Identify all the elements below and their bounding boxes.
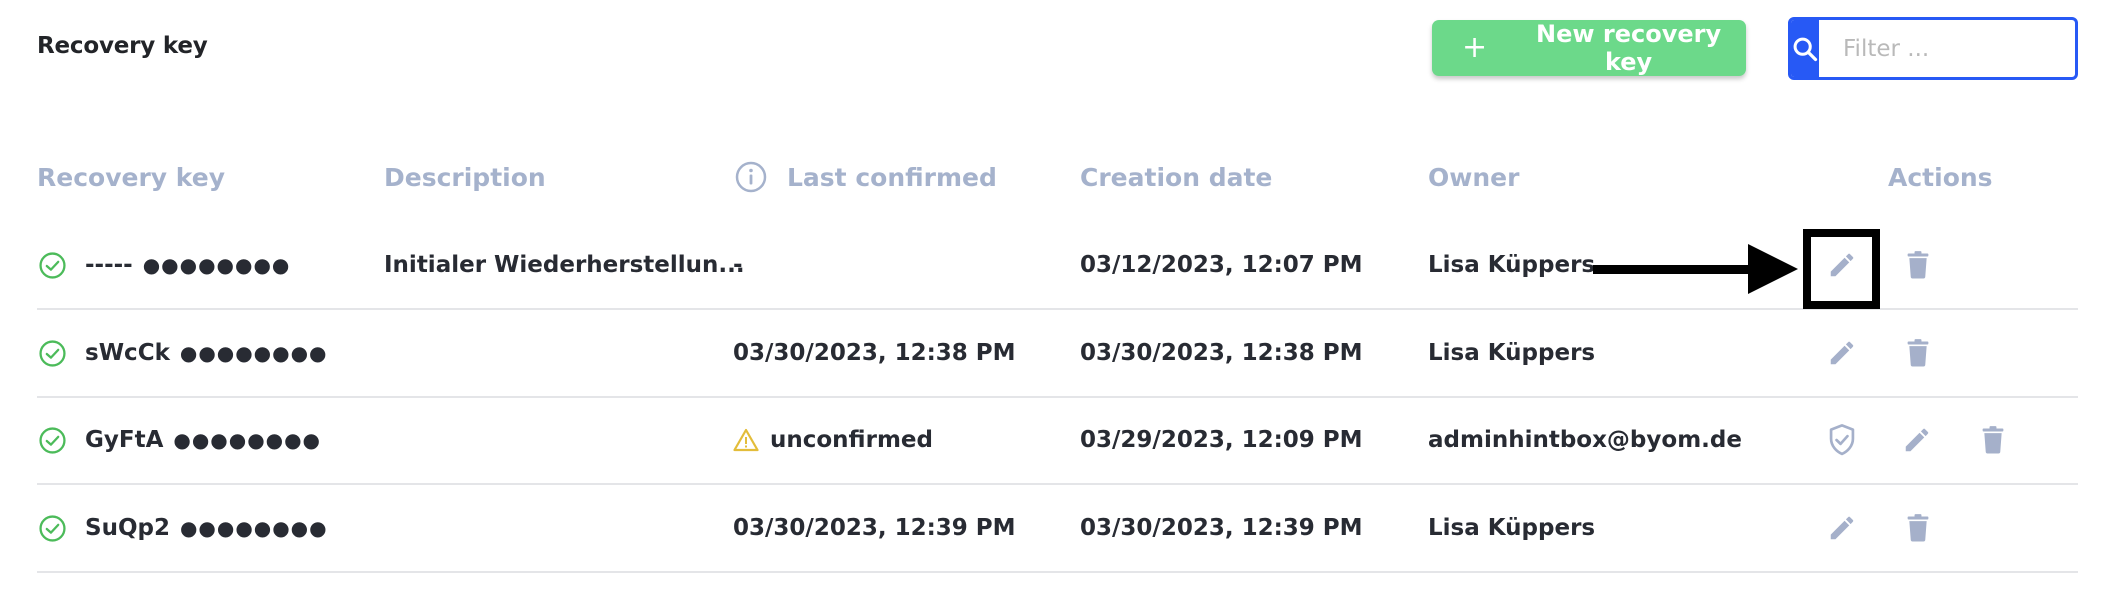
key-mask: ●●●●●●●●: [142, 253, 291, 277]
info-icon: [735, 161, 767, 193]
page-title: Recovery key: [37, 33, 208, 59]
owner-cell: Lisa Küppers: [1428, 340, 1596, 366]
pencil-icon: [1905, 428, 1929, 452]
shield-check-icon: [1829, 424, 1855, 456]
check-circle-icon: [39, 339, 66, 367]
check-circle-icon: [39, 251, 66, 279]
description-cell: Initialer Wiederherstellun...: [384, 252, 745, 278]
row-divider: [37, 396, 2078, 398]
creation-date-cell: 03/30/2023, 12:39 PM: [1080, 515, 1363, 541]
key-prefix: GyFtA: [85, 427, 164, 453]
edit-button[interactable]: [1822, 508, 1862, 548]
delete-button[interactable]: [1898, 333, 1938, 373]
creation-date-cell: 03/29/2023, 12:09 PM: [1080, 427, 1363, 453]
annotation-arrow-shaft: [1593, 265, 1753, 274]
column-header-actions: Actions: [1888, 162, 1993, 192]
creation-date-cell: 03/12/2023, 12:07 PM: [1080, 252, 1363, 278]
owner-cell: adminhintbox@byom.de: [1428, 427, 1742, 453]
edit-button[interactable]: [1897, 420, 1937, 460]
key-prefix: -----: [85, 252, 133, 278]
key-prefix: sWcCk: [85, 340, 170, 366]
filter-input[interactable]: [1819, 20, 2075, 77]
last-confirmed-cell: unconfirmed: [733, 423, 933, 457]
delete-button[interactable]: [1898, 245, 1938, 285]
plus-icon: +: [1462, 30, 1488, 65]
check-circle-icon: [39, 426, 66, 454]
column-header-last-confirmed-label: Last confirmed: [787, 162, 997, 192]
row-divider: [37, 483, 2078, 485]
recovery-key-cell: sWcCk ●●●●●●●●: [39, 336, 327, 370]
new-recovery-key-label: New recovery key: [1536, 20, 1722, 76]
column-header-last-confirmed[interactable]: Last confirmed: [735, 160, 997, 194]
trash-icon: [1982, 426, 2004, 454]
unconfirmed-label: unconfirmed: [770, 427, 933, 453]
last-confirmed-cell: 03/30/2023, 12:38 PM: [733, 340, 1016, 366]
key-mask: ●●●●●●●●: [179, 341, 328, 365]
annotation-highlight-box: [1803, 229, 1880, 309]
delete-button[interactable]: [1973, 420, 2013, 460]
trash-icon: [1907, 514, 1929, 542]
owner-cell: Lisa Küppers: [1428, 515, 1596, 541]
last-confirmed-cell: -: [733, 252, 743, 278]
creation-date-cell: 03/30/2023, 12:38 PM: [1080, 340, 1363, 366]
delete-button[interactable]: [1898, 508, 1938, 548]
column-header-recovery-key[interactable]: Recovery key: [37, 160, 225, 194]
warning-icon: [733, 428, 759, 452]
pencil-icon: [1830, 341, 1854, 365]
key-mask: ●●●●●●●●: [173, 428, 321, 452]
new-recovery-key-button[interactable]: + New recovery key: [1432, 20, 1746, 76]
confirm-button[interactable]: [1822, 420, 1862, 460]
recovery-key-cell: GyFtA ●●●●●●●●: [39, 423, 321, 457]
column-header-description[interactable]: Description: [384, 160, 546, 194]
pencil-icon: [1830, 516, 1854, 540]
recovery-key-cell: ----- ●●●●●●●●: [39, 248, 290, 282]
row-divider: [37, 308, 2078, 310]
search-button[interactable]: [1791, 20, 1819, 77]
edit-button[interactable]: [1822, 333, 1862, 373]
trash-icon: [1907, 251, 1929, 279]
trash-icon: [1907, 339, 1929, 367]
key-mask: ●●●●●●●●: [179, 516, 328, 540]
key-prefix: SuQp2: [85, 515, 170, 541]
row-divider: [37, 571, 2078, 573]
search-icon: [1793, 37, 1818, 61]
annotation-arrow-head: [1748, 244, 1798, 294]
column-header-owner[interactable]: Owner: [1428, 160, 1519, 194]
column-header-creation-date[interactable]: Creation date: [1080, 160, 1272, 194]
owner-cell: Lisa Küppers: [1428, 252, 1596, 278]
filter-box: [1788, 17, 2078, 80]
check-circle-icon: [39, 514, 66, 542]
recovery-key-cell: SuQp2 ●●●●●●●●: [39, 511, 328, 545]
last-confirmed-cell: 03/30/2023, 12:39 PM: [733, 515, 1016, 541]
